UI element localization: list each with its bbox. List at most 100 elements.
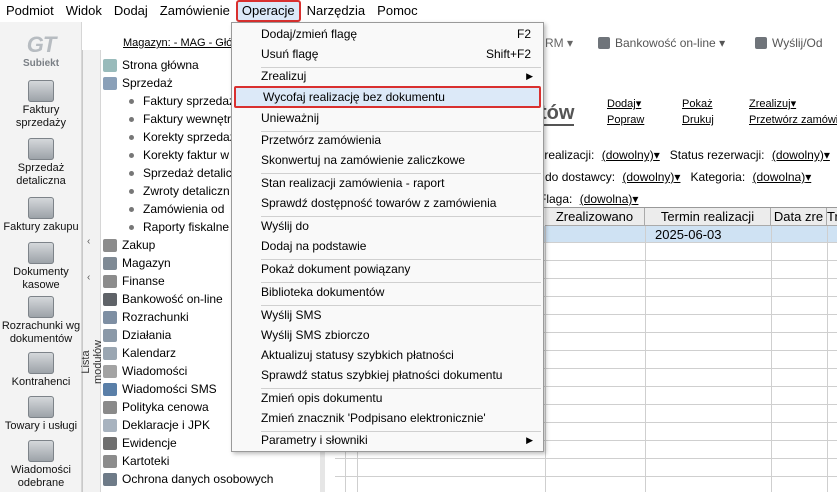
menu-item-aktualizuj-statusy[interactable]: Aktualizuj statusy szybkich płatności (232, 344, 543, 366)
tree-subitem[interactable]: Korekty faktur w (103, 146, 229, 164)
link-dodaj[interactable]: Dodaj▾ (607, 96, 644, 112)
home-icon (103, 58, 117, 72)
contractors-icon (28, 352, 54, 374)
tree-subitem[interactable]: Faktury sprzedaż (103, 92, 235, 110)
tree-subitem[interactable]: Korekty sprzedaż (103, 128, 236, 146)
menu-narzedzia[interactable]: Narzędzia (301, 0, 372, 22)
menu-item-zmien-opis[interactable]: Zmień opis dokumentu (232, 387, 543, 409)
col-header-tr[interactable]: Tr (827, 208, 837, 226)
collapse-arrow-icon[interactable]: ‹ (87, 272, 90, 283)
shortcut-faktury-zakupu[interactable]: Faktury zakupu (0, 197, 82, 234)
chevron-down-icon: ▾ (790, 98, 797, 110)
menu-item-wyslij-sms[interactable]: Wyślij SMS (232, 304, 543, 326)
menu-item-wyslij-do[interactable]: Wyślij do (232, 215, 543, 237)
tree-subitem[interactable]: Zwroty detaliczn (103, 182, 230, 200)
menu-podmiot[interactable]: Podmiot (0, 0, 60, 22)
flaga-filter[interactable]: (dowolna)▾ (580, 192, 639, 206)
menu-item-parametry[interactable]: Parametry i słowniki ▶ (232, 429, 543, 451)
tree-item-ochrona-danych[interactable]: Ochrona danych osobowych (103, 470, 273, 488)
chevron-down-icon: ▾ (567, 36, 574, 50)
price-policy-icon (103, 400, 117, 414)
menu-item-zmien-znacznik[interactable]: Zmień znacznik 'Podpisano elektronicznie… (232, 407, 543, 429)
menu-item-stan-realizacji[interactable]: Stan realizacji zamówienia - raport (232, 172, 543, 194)
tree-item-bankowosc[interactable]: Bankowość on-line (103, 290, 223, 308)
magazyn-selector[interactable]: Magazyn: - MAG - Głó (123, 37, 232, 49)
send-receive-button[interactable]: Wyślij/Od (755, 36, 823, 50)
tree-item-kartoteki[interactable]: Kartoteki (103, 452, 169, 470)
link-popraw[interactable]: Popraw (607, 112, 644, 128)
menu-item-wycofaj-realizacje[interactable]: Wycofaj realizację bez dokumentu (234, 86, 541, 108)
menu-pomoc[interactable]: Pomoc (371, 0, 423, 22)
menu-item-sprawdz-status-platnosci[interactable]: Sprawdź status szybkiej płatności dokume… (232, 364, 543, 386)
menu-item-skonwertuj[interactable]: Skonwertuj na zamówienie zaliczkowe (232, 149, 543, 171)
col-header-termin[interactable]: Termin realizacji (645, 208, 771, 226)
tree-item-wiadomosci-sms[interactable]: Wiadomości SMS (103, 380, 217, 398)
sales-icon (103, 76, 117, 90)
module-list-strip[interactable]: ‹ ‹ Lista modułów (80, 50, 104, 492)
tree-item-polityka-cenowa[interactable]: Polityka cenowa (103, 398, 209, 416)
tree-item-zakup[interactable]: Zakup (103, 236, 155, 254)
tree-item-wiadomosci[interactable]: Wiadomości (103, 362, 187, 380)
menu-item-biblioteka[interactable]: Biblioteka dokumentów (232, 281, 543, 303)
tree-item-finanse[interactable]: Finanse (103, 272, 165, 290)
menu-item-dodaj-flage[interactable]: Dodaj/zmień flagę F2 (232, 23, 543, 45)
menu-item-przetworz[interactable]: Przetwórz zamówienia (232, 129, 543, 151)
shortcut-kontrahenci[interactable]: Kontrahenci (0, 352, 82, 389)
shortcut-faktury-sprzedazy[interactable]: Faktury sprzedaży (0, 80, 82, 130)
send-receive-icon (755, 37, 767, 49)
tree-item-rozrachunki[interactable]: Rozrachunki (103, 308, 189, 326)
tree-item-magazyn[interactable]: Magazyn (103, 254, 171, 272)
menu-item-zrealizuj[interactable]: Zrealizuj ▶ (232, 65, 543, 87)
tree-item-ewidencje[interactable]: Ewidencje (103, 434, 177, 452)
menu-widok[interactable]: Widok (60, 0, 108, 22)
bank-icon (103, 292, 117, 306)
shortcut-towary[interactable]: Towary i usługi (0, 396, 82, 433)
table-row[interactable] (335, 460, 837, 477)
shortcut-wiadomosci[interactable]: Wiadomości odebrane (0, 440, 82, 490)
col-header-zrealizowano[interactable]: Zrealizowano (545, 208, 645, 226)
app-logo: GT Subiekt (8, 32, 74, 74)
menu-zamowienie[interactable]: Zamówienie (154, 0, 236, 22)
shortcut-dokumenty-kasowe[interactable]: Dokumenty kasowe (0, 242, 82, 292)
menu-dodaj[interactable]: Dodaj (108, 0, 154, 22)
tree-subitem[interactable]: Raporty fiskalne (103, 218, 229, 236)
tree-item-kalendarz[interactable]: Kalendarz (103, 344, 176, 362)
do-dostawcy-filter[interactable]: (dowolny)▾ (622, 170, 680, 184)
status-rezerwacji-filter[interactable]: (dowolny)▾ (772, 148, 830, 162)
menu-item-sprawdz-dostepnosc[interactable]: Sprawdź dostępność towarów z zamówienia (232, 192, 543, 214)
tree-subitem[interactable]: Faktury wewnętr (103, 110, 231, 128)
collapse-arrow-icon[interactable]: ‹ (87, 236, 90, 247)
link-przetworz[interactable]: Przetwórz zamówie (749, 112, 837, 128)
kategoria-filter[interactable]: (dowolna)▾ (753, 170, 812, 184)
link-zrealizuj[interactable]: Zrealizuj▾ (749, 96, 837, 112)
submenu-arrow-icon: ▶ (526, 435, 533, 445)
settlements-icon (28, 296, 54, 318)
tree-subitem[interactable]: Sprzedaż detalicz (103, 164, 238, 182)
shortcut-sprzedaz-detaliczna[interactable]: Sprzedaż detaliczna (0, 138, 82, 188)
tree-item-dzialania[interactable]: Działania (103, 326, 171, 344)
link-drukuj[interactable]: Drukuj (682, 112, 714, 128)
menu-item-usun-flage[interactable]: Usuń flagę Shift+F2 (232, 43, 543, 65)
shortcut-rozrachunki[interactable]: Rozrachunki wg dokumentów (0, 296, 82, 346)
declarations-icon (103, 418, 117, 432)
actions-icon (103, 328, 117, 342)
menu-item-uniewaznij[interactable]: Unieważnij (232, 107, 543, 129)
menu-item-pokaz-powiazany[interactable]: Pokaż dokument powiązany (232, 258, 543, 280)
tree-subitem[interactable]: Zamówienia od (103, 200, 224, 218)
tree-item-strona-glowna[interactable]: Strona główna (103, 56, 199, 74)
tree-item-sprzedaz[interactable]: Sprzedaż (103, 74, 173, 92)
operacje-dropdown: Dodaj/zmień flagę F2 Usuń flagę Shift+F2 Z… (231, 22, 544, 452)
table-row[interactable] (335, 478, 837, 492)
menu-operacje[interactable]: Operacje (235, 0, 301, 22)
tree-item-deklaracje[interactable]: Deklaracje i JPK (103, 416, 210, 434)
chevron-down-icon: ▾ (635, 98, 642, 110)
goods-icon (28, 396, 54, 418)
index-cards-icon (103, 454, 117, 468)
rm-button[interactable]: RM ▾ (545, 36, 573, 50)
link-pokaz[interactable]: Pokaż (682, 96, 714, 112)
status-realizacji-filter[interactable]: (dowolny)▾ (602, 148, 660, 162)
bank-online-button[interactable]: Bankowość on-line ▾ (598, 36, 725, 50)
col-header-data-zre[interactable]: Data zre (771, 208, 827, 226)
menu-item-wyslij-sms-zbiorczo[interactable]: Wyślij SMS zbiorczo (232, 324, 543, 346)
menu-item-dodaj-na-podstawie[interactable]: Dodaj na podstawie (232, 235, 543, 257)
